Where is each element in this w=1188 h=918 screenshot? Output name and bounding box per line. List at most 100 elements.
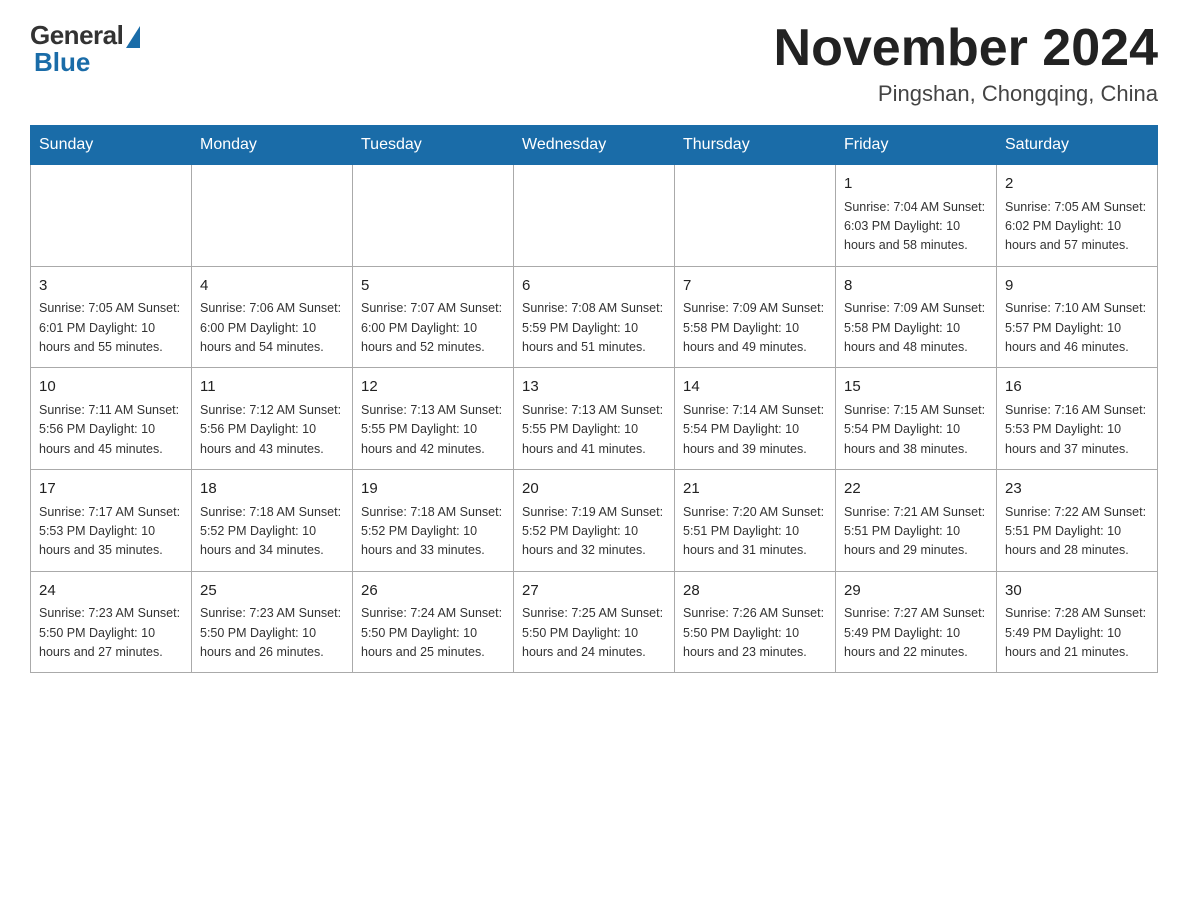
calendar-cell: 13Sunrise: 7:13 AM Sunset: 5:55 PM Dayli…: [514, 368, 675, 470]
day-info: Sunrise: 7:28 AM Sunset: 5:49 PM Dayligh…: [1005, 604, 1149, 662]
calendar-cell: 10Sunrise: 7:11 AM Sunset: 5:56 PM Dayli…: [31, 368, 192, 470]
calendar-cell: 14Sunrise: 7:14 AM Sunset: 5:54 PM Dayli…: [675, 368, 836, 470]
day-number: 19: [361, 478, 505, 501]
day-info: Sunrise: 7:15 AM Sunset: 5:54 PM Dayligh…: [844, 401, 988, 459]
calendar-cell: 22Sunrise: 7:21 AM Sunset: 5:51 PM Dayli…: [836, 470, 997, 572]
day-number: 9: [1005, 275, 1149, 298]
calendar-cell: 28Sunrise: 7:26 AM Sunset: 5:50 PM Dayli…: [675, 571, 836, 673]
day-number: 1: [844, 173, 988, 196]
day-info: Sunrise: 7:27 AM Sunset: 5:49 PM Dayligh…: [844, 604, 988, 662]
calendar-cell: [353, 165, 514, 267]
weekday-header-saturday: Saturday: [997, 126, 1158, 165]
day-number: 8: [844, 275, 988, 298]
calendar-cell: 7Sunrise: 7:09 AM Sunset: 5:58 PM Daylig…: [675, 266, 836, 368]
calendar-table: SundayMondayTuesdayWednesdayThursdayFrid…: [30, 125, 1158, 673]
weekday-header-wednesday: Wednesday: [514, 126, 675, 165]
calendar-cell: 11Sunrise: 7:12 AM Sunset: 5:56 PM Dayli…: [192, 368, 353, 470]
week-row-4: 17Sunrise: 7:17 AM Sunset: 5:53 PM Dayli…: [31, 470, 1158, 572]
week-row-5: 24Sunrise: 7:23 AM Sunset: 5:50 PM Dayli…: [31, 571, 1158, 673]
day-number: 20: [522, 478, 666, 501]
calendar-cell: 9Sunrise: 7:10 AM Sunset: 5:57 PM Daylig…: [997, 266, 1158, 368]
day-info: Sunrise: 7:13 AM Sunset: 5:55 PM Dayligh…: [522, 401, 666, 459]
day-number: 11: [200, 376, 344, 399]
calendar-cell: 16Sunrise: 7:16 AM Sunset: 5:53 PM Dayli…: [997, 368, 1158, 470]
day-info: Sunrise: 7:20 AM Sunset: 5:51 PM Dayligh…: [683, 503, 827, 561]
day-number: 22: [844, 478, 988, 501]
calendar-cell: 15Sunrise: 7:15 AM Sunset: 5:54 PM Dayli…: [836, 368, 997, 470]
day-info: Sunrise: 7:24 AM Sunset: 5:50 PM Dayligh…: [361, 604, 505, 662]
calendar-cell: 4Sunrise: 7:06 AM Sunset: 6:00 PM Daylig…: [192, 266, 353, 368]
day-number: 13: [522, 376, 666, 399]
day-number: 14: [683, 376, 827, 399]
day-number: 10: [39, 376, 183, 399]
day-number: 16: [1005, 376, 1149, 399]
calendar-cell: [31, 165, 192, 267]
title-section: November 2024 Pingshan, Chongqing, China: [774, 20, 1158, 107]
weekday-header-sunday: Sunday: [31, 126, 192, 165]
day-info: Sunrise: 7:22 AM Sunset: 5:51 PM Dayligh…: [1005, 503, 1149, 561]
week-row-3: 10Sunrise: 7:11 AM Sunset: 5:56 PM Dayli…: [31, 368, 1158, 470]
calendar-cell: 18Sunrise: 7:18 AM Sunset: 5:52 PM Dayli…: [192, 470, 353, 572]
calendar-cell: 5Sunrise: 7:07 AM Sunset: 6:00 PM Daylig…: [353, 266, 514, 368]
day-info: Sunrise: 7:04 AM Sunset: 6:03 PM Dayligh…: [844, 198, 988, 256]
day-info: Sunrise: 7:05 AM Sunset: 6:02 PM Dayligh…: [1005, 198, 1149, 256]
calendar-cell: [514, 165, 675, 267]
day-info: Sunrise: 7:18 AM Sunset: 5:52 PM Dayligh…: [361, 503, 505, 561]
calendar-cell: 26Sunrise: 7:24 AM Sunset: 5:50 PM Dayli…: [353, 571, 514, 673]
day-number: 4: [200, 275, 344, 298]
day-number: 24: [39, 580, 183, 603]
calendar-cell: 6Sunrise: 7:08 AM Sunset: 5:59 PM Daylig…: [514, 266, 675, 368]
day-info: Sunrise: 7:13 AM Sunset: 5:55 PM Dayligh…: [361, 401, 505, 459]
calendar-cell: 30Sunrise: 7:28 AM Sunset: 5:49 PM Dayli…: [997, 571, 1158, 673]
calendar-cell: 24Sunrise: 7:23 AM Sunset: 5:50 PM Dayli…: [31, 571, 192, 673]
calendar-cell: 12Sunrise: 7:13 AM Sunset: 5:55 PM Dayli…: [353, 368, 514, 470]
week-row-1: 1Sunrise: 7:04 AM Sunset: 6:03 PM Daylig…: [31, 165, 1158, 267]
day-number: 2: [1005, 173, 1149, 196]
calendar-cell: [192, 165, 353, 267]
calendar-cell: 21Sunrise: 7:20 AM Sunset: 5:51 PM Dayli…: [675, 470, 836, 572]
day-number: 23: [1005, 478, 1149, 501]
day-info: Sunrise: 7:17 AM Sunset: 5:53 PM Dayligh…: [39, 503, 183, 561]
day-info: Sunrise: 7:14 AM Sunset: 5:54 PM Dayligh…: [683, 401, 827, 459]
day-info: Sunrise: 7:05 AM Sunset: 6:01 PM Dayligh…: [39, 299, 183, 357]
day-info: Sunrise: 7:23 AM Sunset: 5:50 PM Dayligh…: [39, 604, 183, 662]
weekday-header-monday: Monday: [192, 126, 353, 165]
calendar-cell: 25Sunrise: 7:23 AM Sunset: 5:50 PM Dayli…: [192, 571, 353, 673]
calendar-cell: 8Sunrise: 7:09 AM Sunset: 5:58 PM Daylig…: [836, 266, 997, 368]
day-info: Sunrise: 7:23 AM Sunset: 5:50 PM Dayligh…: [200, 604, 344, 662]
calendar-cell: 17Sunrise: 7:17 AM Sunset: 5:53 PM Dayli…: [31, 470, 192, 572]
day-info: Sunrise: 7:19 AM Sunset: 5:52 PM Dayligh…: [522, 503, 666, 561]
calendar-cell: 19Sunrise: 7:18 AM Sunset: 5:52 PM Dayli…: [353, 470, 514, 572]
month-title: November 2024: [774, 20, 1158, 77]
day-number: 17: [39, 478, 183, 501]
day-number: 29: [844, 580, 988, 603]
day-number: 7: [683, 275, 827, 298]
calendar-cell: 23Sunrise: 7:22 AM Sunset: 5:51 PM Dayli…: [997, 470, 1158, 572]
weekday-header-thursday: Thursday: [675, 126, 836, 165]
day-number: 21: [683, 478, 827, 501]
day-info: Sunrise: 7:21 AM Sunset: 5:51 PM Dayligh…: [844, 503, 988, 561]
day-info: Sunrise: 7:09 AM Sunset: 5:58 PM Dayligh…: [844, 299, 988, 357]
day-info: Sunrise: 7:06 AM Sunset: 6:00 PM Dayligh…: [200, 299, 344, 357]
day-info: Sunrise: 7:08 AM Sunset: 5:59 PM Dayligh…: [522, 299, 666, 357]
day-number: 18: [200, 478, 344, 501]
day-number: 25: [200, 580, 344, 603]
day-number: 15: [844, 376, 988, 399]
day-info: Sunrise: 7:25 AM Sunset: 5:50 PM Dayligh…: [522, 604, 666, 662]
day-info: Sunrise: 7:10 AM Sunset: 5:57 PM Dayligh…: [1005, 299, 1149, 357]
day-number: 12: [361, 376, 505, 399]
weekday-header-row: SundayMondayTuesdayWednesdayThursdayFrid…: [31, 126, 1158, 165]
calendar-cell: 20Sunrise: 7:19 AM Sunset: 5:52 PM Dayli…: [514, 470, 675, 572]
logo-blue-text: Blue: [34, 47, 90, 78]
logo-triangle-icon: [126, 26, 140, 48]
day-number: 26: [361, 580, 505, 603]
weekday-header-tuesday: Tuesday: [353, 126, 514, 165]
day-info: Sunrise: 7:18 AM Sunset: 5:52 PM Dayligh…: [200, 503, 344, 561]
day-info: Sunrise: 7:16 AM Sunset: 5:53 PM Dayligh…: [1005, 401, 1149, 459]
day-number: 27: [522, 580, 666, 603]
location-text: Pingshan, Chongqing, China: [774, 81, 1158, 107]
calendar-cell: 27Sunrise: 7:25 AM Sunset: 5:50 PM Dayli…: [514, 571, 675, 673]
day-info: Sunrise: 7:11 AM Sunset: 5:56 PM Dayligh…: [39, 401, 183, 459]
calendar-cell: 3Sunrise: 7:05 AM Sunset: 6:01 PM Daylig…: [31, 266, 192, 368]
day-number: 5: [361, 275, 505, 298]
